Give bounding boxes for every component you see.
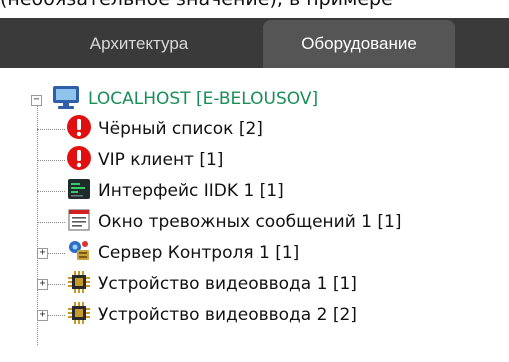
tree-item-video-device-1[interactable]: Устройство видеоввода 1 [1] (66, 269, 357, 299)
tree-item-video-device-2[interactable]: Устройство видеоввода 2 [2] (66, 300, 357, 330)
expand-toggle[interactable]: + (37, 310, 48, 321)
terminal-icon (66, 176, 92, 207)
tree-guide-line (37, 160, 65, 161)
tab-bar: Архитектура Оборудование (0, 18, 509, 68)
tree-item-blacklist[interactable]: Чёрный список [2] (66, 114, 263, 144)
expand-toggle[interactable]: + (37, 248, 48, 259)
expand-toggle[interactable]: + (37, 279, 48, 290)
chip-icon (66, 269, 92, 300)
tree-item-label: Сервер Контроля 1 [1] (98, 243, 300, 263)
tree-item-label: Устройство видеоввода 1 [1] (98, 274, 357, 294)
red-alert-icon (66, 145, 92, 176)
equipment-tree: − LOCALHOST [E-BELOUSOV] Чёрный список [… (0, 82, 509, 362)
collapse-toggle[interactable]: − (31, 95, 42, 106)
tree-guide-line (37, 191, 65, 192)
control-server-icon (66, 238, 92, 269)
top-caption-text: (необязательное значение), в примере (0, 0, 393, 10)
tree-root-label: LOCALHOST [E-BELOUSOV] (88, 89, 319, 109)
tree-item-control-server[interactable]: Сервер Контроля 1 [1] (66, 238, 299, 268)
computer-monitor-icon (51, 84, 81, 115)
red-alert-icon (66, 114, 92, 145)
tree-item-label: Чёрный список [2] (98, 119, 263, 139)
tree-item-label: Устройство видеоввода 2 [2] (98, 305, 357, 325)
tree-root-localhost[interactable]: LOCALHOST [E-BELOUSOV] (51, 84, 318, 114)
chip-icon (66, 300, 92, 331)
tree-guide-line (37, 129, 65, 130)
tree-guide-line (37, 222, 65, 223)
tab-architecture[interactable]: Архитектура (44, 20, 234, 68)
alarm-window-icon (66, 207, 92, 238)
tree-item-label: Окно тревожных сообщений 1 [1] (98, 212, 402, 232)
tree-item-iidk-interface[interactable]: Интерфейс IIDK 1 [1] (66, 176, 284, 206)
tree-item-vip-client[interactable]: VIP клиент [1] (66, 145, 223, 175)
tree-item-alarm-window[interactable]: Окно тревожных сообщений 1 [1] (66, 207, 401, 237)
tree-guide-line (37, 102, 38, 345)
tab-equipment[interactable]: Оборудование (263, 20, 455, 68)
tree-item-label: Интерфейс IIDK 1 [1] (98, 181, 284, 201)
tree-item-label: VIP клиент [1] (98, 150, 224, 170)
